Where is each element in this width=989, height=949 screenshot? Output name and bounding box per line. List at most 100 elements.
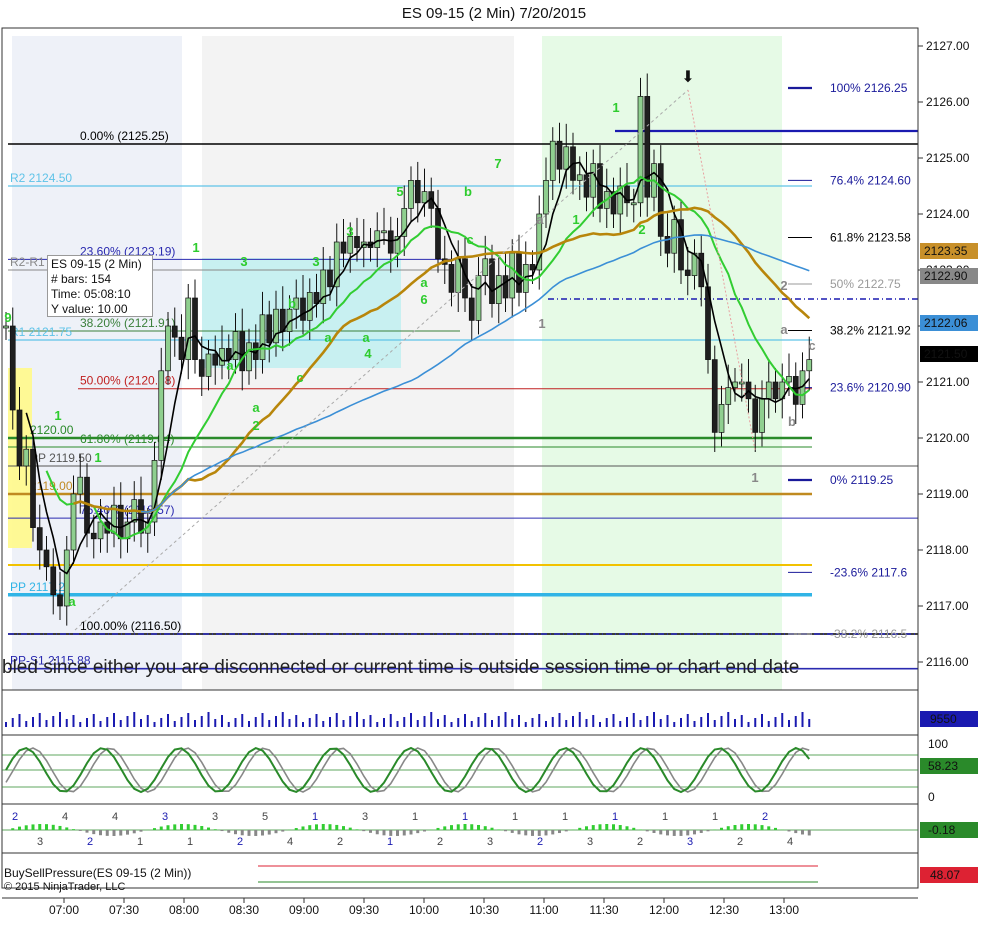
fib-label-6: 0% 2119.25 [830,473,893,487]
candle-body-52 [354,236,360,248]
osc-label-27: 3 [687,836,693,848]
wave-label-17: a [420,275,428,290]
y-tick-label-6: 2121.00 [926,375,970,389]
osc-value: -0.18 [928,823,956,837]
candle-body-111 [752,398,759,433]
fib-label-7: -23.6% 2117.6 [830,565,907,579]
osc-label-18: 1 [462,811,468,823]
candle-body-4 [30,448,36,528]
candle-body-117 [792,376,799,405]
candle-body-29 [198,359,205,377]
wave-label-22: a [536,212,544,227]
candle-body-106 [718,404,725,433]
fib-label-2: 61.8% 2123.58 [830,231,911,245]
stoch-value: 58.23 [928,759,958,773]
osc-label-14: 3 [362,811,368,823]
wave-label-28: a [780,322,788,337]
wave-label-29: c [808,338,815,353]
candle-body-101 [684,269,691,276]
bars-label: # bars: [51,272,88,286]
candle-body-73 [495,275,502,304]
candle-body-61 [414,180,421,204]
stoch-tick-0: 100 [928,737,948,751]
wave-label-11: 3 [346,224,353,239]
y-tick-label-0: 2127.00 [926,39,970,53]
yvalue-value: 10.00 [97,302,128,316]
wave-label-15: 4 [364,346,372,361]
wave-label-23: 1 [572,212,579,227]
osc-label-12: 1 [312,811,318,823]
candle-body-119 [806,359,813,372]
candle-body-86 [583,174,590,198]
candle-body-39 [266,314,273,344]
wave-label-21: 7 [494,156,501,171]
osc-label-13: 2 [337,836,343,848]
osc-label-1: 3 [37,836,43,848]
wave-label-6: a [226,358,234,373]
wave-label-2: 1 [94,450,101,465]
candle-body-7 [50,566,57,596]
wave-label-25: 1 [612,100,619,115]
osc-label-3: 2 [87,836,93,848]
volume-value: 9550 [930,712,957,726]
candle-body-2 [16,409,23,467]
candle-body-36 [246,342,252,372]
osc-label-8: 3 [212,811,218,823]
fib-label-3: 50% 2122.75 [830,277,901,291]
indicator-panel-0 [1,689,919,736]
osc-label-10: 5 [262,811,268,823]
candle-body-28 [192,297,198,360]
osc-label-4: 4 [112,811,118,823]
down-arrow-icon: ⬇ [681,69,694,86]
y-tick-label-3: 2124.00 [926,207,970,221]
x-tick-label-12: 13:00 [769,903,799,917]
candle-body-60 [408,180,414,209]
y-tick-label-10: 2117.00 [926,599,969,613]
wave-label-26: 2 [638,222,645,237]
candle-body-8 [57,594,63,607]
fib-label-5: 23.6% 2120.90 [830,381,911,395]
candle-body-6 [43,549,50,568]
osc-label-20: 1 [512,811,518,823]
candle-body-23 [158,370,165,461]
candle-body-64 [435,208,441,260]
osc-label-6: 3 [162,811,168,823]
candle-body-20 [138,499,144,534]
osc-label-29: 2 [737,836,743,848]
candle-body-109 [738,381,745,385]
osc-label-19: 3 [487,836,493,848]
osc-label-25: 2 [637,836,643,848]
candle-body-11 [77,476,84,495]
wave-label-5: 3 [240,254,247,269]
y-tick-label-8: 2119.00 [926,487,969,501]
candle-body-3 [23,448,30,467]
indicator-panel-1 [1,734,919,805]
level-label-13: 100.00% (2116.50) [80,619,181,633]
level-label-5: R1 2121.75 [10,325,72,339]
candle-body-56 [381,230,387,234]
osc-label-9: 2 [237,836,243,848]
price-badge-label-r5: 2121.50 [924,347,968,361]
osc-label-0: 2 [12,811,18,823]
x-tick-label-6: 10:00 [409,903,439,917]
stoch-tick-1: 0 [928,790,935,804]
candle-body-114 [772,381,779,400]
zone-late [542,36,782,690]
fib-label-1: 76.4% 2124.60 [830,173,911,187]
wave-label-3: a [68,594,76,609]
candle-body-99 [671,219,678,254]
osc-label-22: 1 [562,811,568,823]
candle-body-5 [36,527,43,551]
x-tick-label-10: 12:00 [649,903,679,917]
candle-body-13 [90,532,97,540]
wave-label-9: b [288,296,296,311]
wave-label-19: b [464,184,472,199]
candle-body-57 [387,230,394,254]
candle-body-83 [563,146,570,170]
wave-label-4: 1 [192,240,199,255]
candle-body-69 [468,297,475,321]
osc-label-7: 1 [187,836,193,848]
candle-body-81 [549,140,556,181]
y-tick-label-11: 2116.00 [926,655,969,669]
fib-label-8: -38.2% 2116.5 [830,627,907,641]
